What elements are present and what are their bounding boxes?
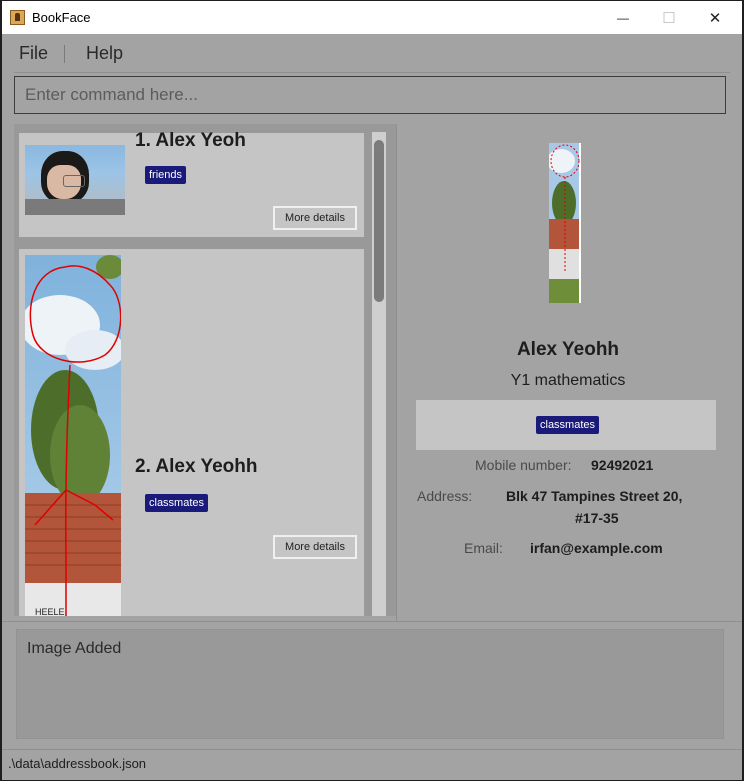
detail-tag: classmates (536, 416, 600, 434)
person-detail-panel: Alex Yeohh Y1 mathematics classmates Mob… (398, 124, 742, 621)
more-details-button[interactable]: More details (273, 206, 357, 230)
status-bar: .\data\addressbook.json (2, 749, 742, 780)
person-card[interactable]: 1. Alex Yeoh friends More details (19, 130, 364, 237)
window-title: BookFace (32, 10, 91, 25)
person-tag: classmates (145, 494, 209, 512)
panel-divider (396, 124, 397, 621)
detail-description: Y1 mathematics (510, 372, 626, 389)
close-icon: ✕ (708, 9, 722, 27)
maximize-icon: ☐ (662, 9, 676, 27)
title-bar[interactable]: BookFace — ☐ ✕ (2, 1, 742, 34)
person-name: 1. Alex Yeoh (135, 130, 246, 151)
more-details-button[interactable]: More details (273, 535, 357, 559)
minimize-button[interactable]: — (600, 1, 646, 34)
address-line1: Blk 47 Tampines Street 20, (506, 488, 683, 504)
result-text: Image Added (27, 640, 122, 657)
address-label: Address: (417, 488, 473, 504)
person-tag: friends (145, 166, 187, 184)
svg-text:HEELE: HEELE (35, 607, 65, 616)
address-line2: #17-35 (575, 510, 619, 526)
detail-photo (549, 143, 581, 303)
person-name: 2. Alex Yeohh (135, 456, 258, 477)
person-list-panel: 1. Alex Yeoh friends More details HEELE … (14, 124, 396, 616)
maximize-button[interactable]: ☐ (646, 1, 692, 34)
email-value: irfan@example.com (530, 540, 663, 556)
command-input[interactable] (15, 77, 725, 113)
person-photo (25, 145, 125, 215)
detail-tag-box: classmates (416, 400, 716, 450)
app-window: BookFace — ☐ ✕ File Help 1. Alex Yeoh fr… (2, 1, 742, 780)
mobile-label: Mobile number: (475, 457, 572, 473)
mobile-value: 92492021 (591, 457, 654, 473)
bookface-app-icon (10, 10, 25, 25)
menu-help[interactable]: Help (86, 43, 123, 64)
person-card[interactable]: HEELE 2. Alex Yeohh classmates More deta… (19, 249, 364, 616)
email-label: Email: (464, 540, 503, 556)
menu-separator (64, 45, 65, 63)
close-button[interactable]: ✕ (692, 1, 738, 34)
menu-divider (14, 72, 730, 73)
detail-name: Alex Yeohh (516, 339, 620, 360)
save-location: .\data\addressbook.json (8, 756, 147, 771)
list-scrollbar-thumb[interactable] (374, 140, 384, 302)
minimize-icon: — (617, 10, 629, 25)
person-photo: HEELE (25, 255, 121, 616)
result-divider (2, 621, 742, 622)
result-display[interactable]: Image Added (16, 629, 724, 739)
command-box[interactable] (14, 76, 726, 114)
menu-bar: File Help (2, 34, 742, 72)
menu-file[interactable]: File (19, 43, 48, 64)
